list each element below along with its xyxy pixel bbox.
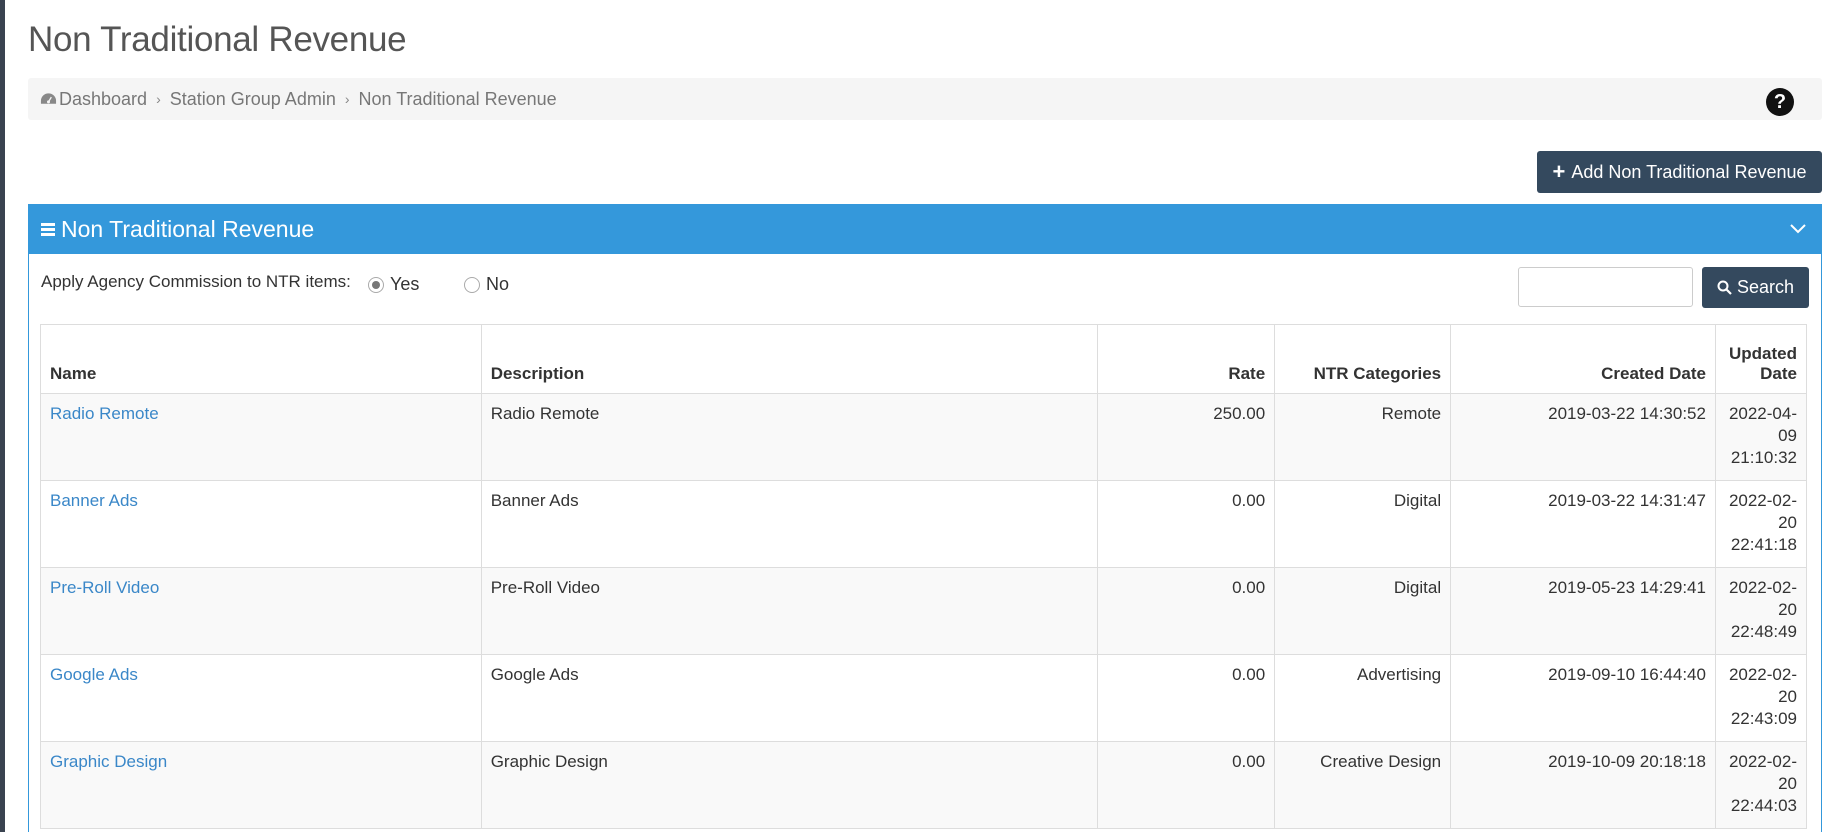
search-button-label: Search bbox=[1736, 277, 1795, 297]
breadcrumb-item-dashboard[interactable]: Dashboard bbox=[40, 89, 147, 110]
row-updated-date: 2022-02- 20 22:44:03 bbox=[1714, 741, 1808, 829]
radio-yes[interactable]: Yes bbox=[368, 274, 419, 295]
row-description: Graphic Design bbox=[480, 741, 1099, 829]
row-name-link[interactable]: Radio Remote bbox=[50, 404, 159, 423]
column-header-updated-date[interactable]: Updated Date bbox=[1714, 324, 1808, 394]
row-description: Google Ads bbox=[480, 654, 1099, 742]
row-name-link[interactable]: Banner Ads bbox=[50, 491, 138, 510]
plus-icon: + bbox=[1552, 159, 1566, 184]
row-rate: 250.00 bbox=[1097, 393, 1276, 481]
dashboard-icon bbox=[40, 93, 57, 104]
chevron-down-icon[interactable] bbox=[1789, 219, 1807, 237]
table-row: Radio Remote Radio Remote 250.00 Remote … bbox=[40, 393, 1808, 481]
row-updated-part-b: 20 bbox=[1778, 600, 1797, 619]
radio-yes-label: Yes bbox=[390, 274, 420, 294]
add-ntr-button[interactable]: + Add Non Traditional Revenue bbox=[1537, 151, 1822, 193]
radio-no[interactable]: No bbox=[464, 274, 509, 295]
row-updated-part-b: 20 bbox=[1778, 687, 1797, 706]
search-button[interactable]: Search bbox=[1702, 267, 1809, 308]
row-name-link[interactable]: Pre-Roll Video bbox=[50, 578, 159, 597]
row-updated-date: 2022-02- 20 22:41:18 bbox=[1714, 480, 1808, 568]
radio-no-control[interactable] bbox=[464, 276, 480, 293]
panel-title: Non Traditional Revenue bbox=[61, 216, 315, 242]
row-created-date: 2019-03-22 14:30:52 bbox=[1450, 393, 1716, 481]
row-updated-part-c: 22:48:49 bbox=[1730, 622, 1797, 641]
chevron-right-icon: › bbox=[344, 91, 350, 107]
search-icon bbox=[1717, 280, 1732, 295]
row-category: Creative Design bbox=[1274, 741, 1452, 829]
breadcrumb-item-current: Non Traditional Revenue bbox=[358, 88, 557, 109]
breadcrumb-item-station-group-admin[interactable]: Station Group Admin bbox=[170, 89, 336, 110]
column-header-updated-line2: Date bbox=[1760, 364, 1797, 383]
row-updated-part-a: 2022-02- bbox=[1728, 752, 1797, 771]
row-created-date: 2019-10-09 20:18:18 bbox=[1450, 741, 1716, 829]
row-description: Banner Ads bbox=[480, 480, 1099, 568]
breadcrumb: Dashboard › Station Group Admin › Non Tr… bbox=[28, 78, 1822, 120]
table-row: Banner Ads Banner Ads 0.00 Digital 2019-… bbox=[40, 480, 1808, 568]
row-category: Remote bbox=[1274, 393, 1452, 481]
row-updated-part-b: 09 bbox=[1778, 426, 1797, 445]
add-ntr-button-label: Add Non Traditional Revenue bbox=[1571, 161, 1807, 182]
row-rate: 0.00 bbox=[1097, 480, 1276, 568]
search-input[interactable] bbox=[1518, 267, 1693, 307]
table-row: Google Ads Google Ads 0.00 Advertising 2… bbox=[40, 654, 1808, 742]
row-category: Digital bbox=[1274, 480, 1452, 568]
row-updated-part-a: 2022-02- bbox=[1728, 491, 1797, 510]
page-title: Non Traditional Revenue bbox=[28, 20, 407, 59]
bars-icon bbox=[41, 223, 55, 236]
breadcrumb-label-dashboard: Dashboard bbox=[59, 88, 148, 109]
commission-label: Apply Agency Commission to NTR items: bbox=[41, 272, 351, 291]
row-rate: 0.00 bbox=[1097, 654, 1276, 742]
row-created-date: 2019-03-22 14:31:47 bbox=[1450, 480, 1716, 568]
radio-no-label: No bbox=[486, 274, 510, 294]
row-created-date: 2019-09-10 16:44:40 bbox=[1450, 654, 1716, 742]
column-header-description[interactable]: Description bbox=[480, 324, 1099, 394]
filter-row: Apply Agency Commission to NTR items: Ye… bbox=[29, 254, 1821, 324]
row-name-link[interactable]: Google Ads bbox=[50, 665, 138, 684]
row-description: Pre-Roll Video bbox=[480, 567, 1099, 655]
column-header-rate[interactable]: Rate bbox=[1097, 324, 1276, 394]
help-icon[interactable]: ? bbox=[1766, 88, 1794, 116]
column-header-name[interactable]: Name bbox=[40, 324, 482, 394]
row-rate: 0.00 bbox=[1097, 741, 1276, 829]
row-name-link[interactable]: Graphic Design bbox=[50, 752, 167, 771]
row-updated-date: 2022-04- 09 21:10:32 bbox=[1714, 393, 1808, 481]
ntr-table: Name Description Rate NTR Categories Cre… bbox=[40, 324, 1808, 829]
row-description: Radio Remote bbox=[480, 393, 1099, 481]
radio-yes-control[interactable] bbox=[368, 276, 384, 293]
chevron-right-icon: › bbox=[156, 91, 161, 107]
column-header-ntr-categories[interactable]: NTR Categories bbox=[1274, 324, 1452, 394]
column-header-created-date[interactable]: Created Date bbox=[1450, 324, 1716, 394]
row-created-date: 2019-05-23 14:29:41 bbox=[1450, 567, 1716, 655]
row-updated-part-c: 22:41:18 bbox=[1730, 535, 1797, 554]
row-updated-part-a: 2022-02- bbox=[1728, 665, 1797, 684]
row-updated-date: 2022-02- 20 22:48:49 bbox=[1714, 567, 1808, 655]
row-updated-part-b: 20 bbox=[1778, 774, 1797, 793]
row-rate: 0.00 bbox=[1097, 567, 1276, 655]
left-edge-bar bbox=[0, 0, 5, 832]
column-header-updated-line1: Updated bbox=[1729, 344, 1797, 363]
panel-header[interactable]: Non Traditional Revenue bbox=[29, 205, 1821, 254]
table-row: Pre-Roll Video Pre-Roll Video 0.00 Digit… bbox=[40, 567, 1808, 655]
row-updated-part-c: 22:44:03 bbox=[1730, 796, 1797, 815]
row-updated-part-a: 2022-02- bbox=[1728, 578, 1797, 597]
row-category: Advertising bbox=[1274, 654, 1452, 742]
row-updated-part-c: 22:43:09 bbox=[1730, 709, 1797, 728]
row-updated-date: 2022-02- 20 22:43:09 bbox=[1714, 654, 1808, 742]
row-updated-part-a: 2022-04- bbox=[1728, 404, 1797, 423]
row-updated-part-b: 20 bbox=[1778, 513, 1797, 532]
row-updated-part-c: 21:10:32 bbox=[1730, 448, 1797, 467]
table-header-row: Name Description Rate NTR Categories Cre… bbox=[40, 324, 1808, 394]
table-row: Graphic Design Graphic Design 0.00 Creat… bbox=[40, 741, 1808, 829]
row-category: Digital bbox=[1274, 567, 1452, 655]
